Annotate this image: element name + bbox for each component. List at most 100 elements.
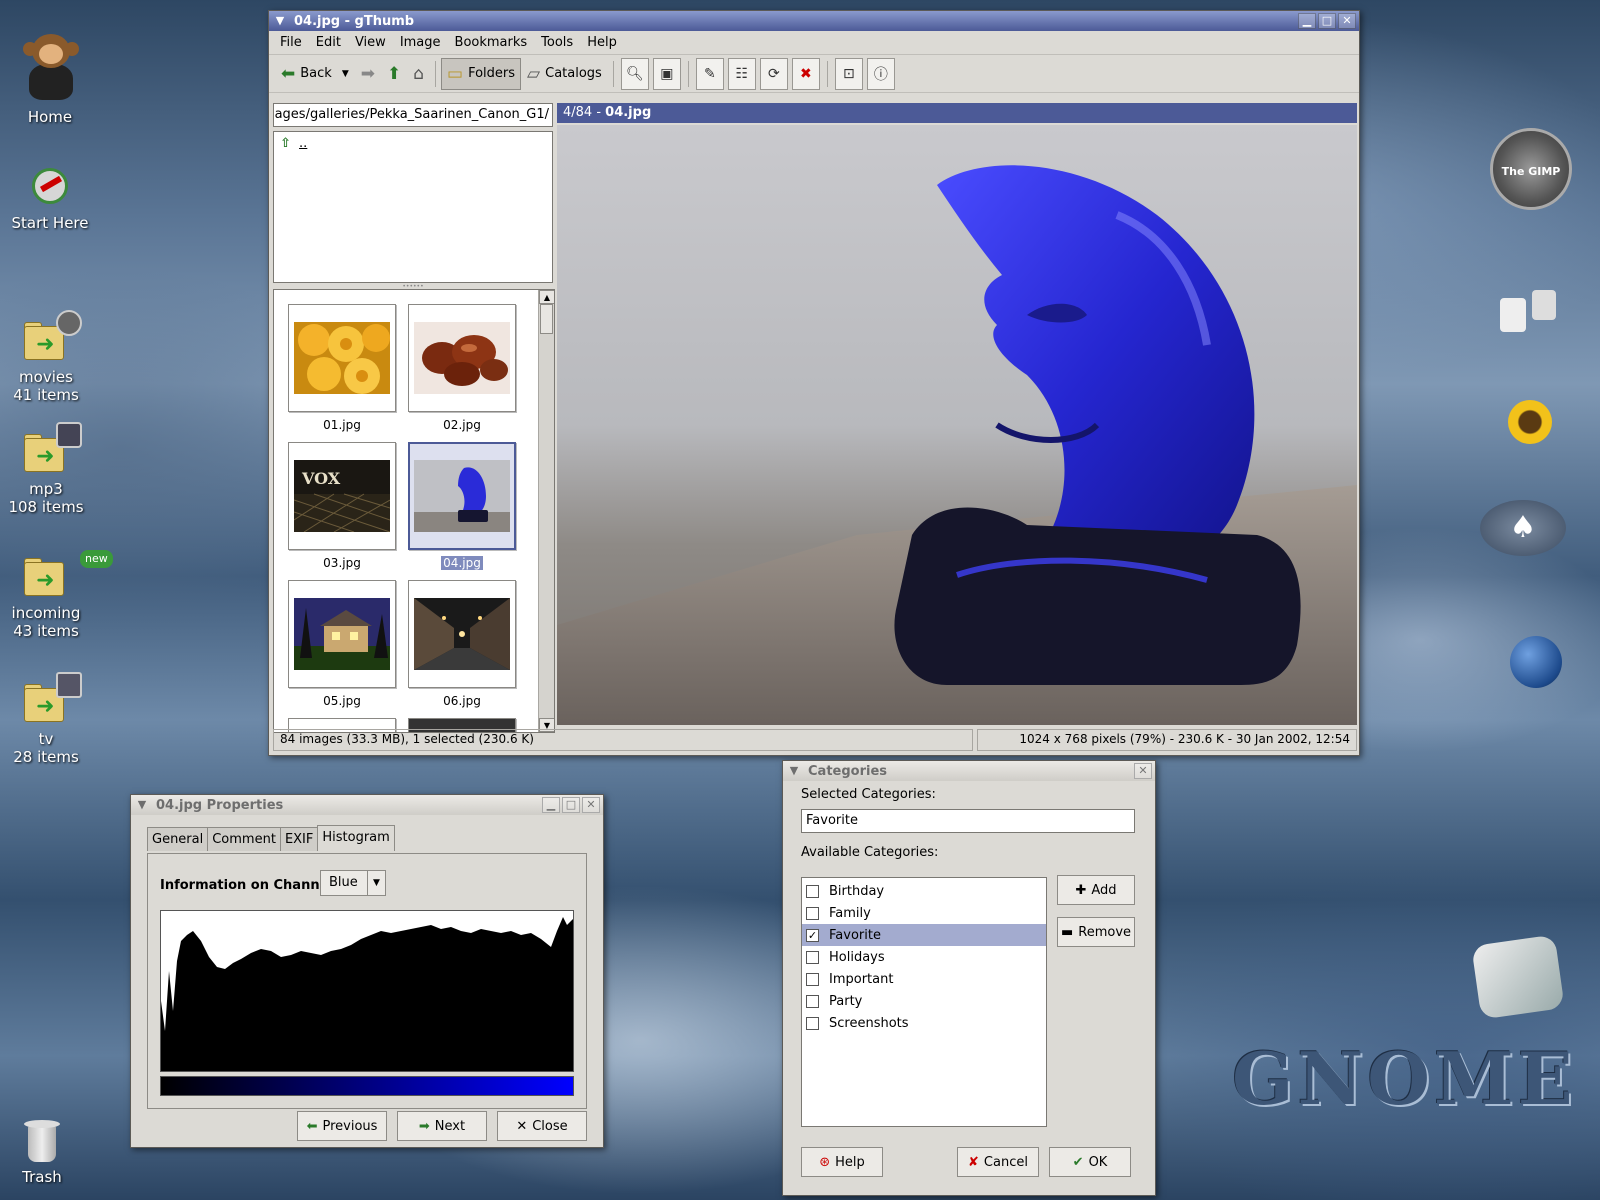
help-button[interactable]: ⊛ Help [801,1147,883,1177]
thumbnail-caption: 02.jpg [443,418,481,432]
slideshow-button[interactable]: ▣ [652,57,681,90]
scroll-up-icon[interactable]: ▲ [539,290,554,304]
close-icon[interactable]: ✕ [582,797,600,813]
category-checkbox[interactable] [806,950,819,964]
scrollbar-thumb[interactable] [540,304,553,334]
previous-button[interactable]: ⬅ Previous [297,1111,387,1141]
pencil-icon: ✎ [703,65,716,82]
moon-figure-image [557,165,1357,725]
minimize-icon[interactable]: ▁ [1298,13,1316,29]
tab-comment[interactable]: Comment [207,827,281,851]
up-button[interactable]: ⬆ [381,58,407,90]
folder-list[interactable]: ⇧ .. [273,131,553,283]
thumbnail-view[interactable]: 01.jpg 02.jpg VOX 03.jpg 04.jpg 05.jpg 0… [273,289,555,733]
gnome-foot-icon[interactable]: ♠ [1480,500,1566,556]
categories-titlebar[interactable]: ▼ Categories ✕ [783,761,1155,781]
available-categories-list[interactable]: Birthday Family ✓ Favorite Holidays Impor… [801,877,1047,1127]
category-row-party[interactable]: Party [802,990,1046,1012]
menu-tools[interactable]: Tools [534,35,580,50]
back-button[interactable]: ⬅ Back ▼ [275,58,355,90]
thumbnail-scrollbar[interactable]: ▲ ▼ [538,290,554,732]
category-checkbox[interactable] [806,884,819,898]
forward-button[interactable]: ➡ [355,58,381,90]
desktop-icon-tv[interactable]: ➜ tv 28 items [0,672,94,766]
category-checkbox[interactable] [806,994,819,1008]
desktop-icon-movies[interactable]: ➜ movies 41 items [0,310,94,404]
menu-help[interactable]: Help [580,35,624,50]
desktop-icon-label: incoming [11,604,81,622]
minimize-icon[interactable]: ▁ [542,797,560,813]
gthumb-titlebar[interactable]: ▼ 04.jpg - gThumb ▁ □ ✕ [269,11,1359,31]
window-menu-icon[interactable]: ▼ [786,763,802,779]
delete-button[interactable]: ✖ [791,57,820,90]
selected-categories-field[interactable]: Favorite [801,809,1135,833]
maximize-icon[interactable]: □ [1318,13,1336,29]
gimp-launcher-icon[interactable]: The GIMP [1490,128,1572,210]
category-row-important[interactable]: Important [802,968,1046,990]
category-checkbox[interactable] [806,1016,819,1030]
category-checkbox[interactable] [806,972,819,986]
close-button[interactable]: ✕ Close [497,1111,587,1141]
mugs-icon[interactable] [1500,290,1560,340]
trash-icon [24,1120,60,1164]
chevron-down-icon[interactable]: ▼ [342,69,349,79]
close-icon[interactable]: ✕ [1338,13,1356,29]
category-row-birthday[interactable]: Birthday [802,880,1046,902]
tab-histogram[interactable]: Histogram [317,825,395,851]
category-row-holidays[interactable]: Holidays [802,946,1046,968]
desktop-icon-incoming[interactable]: ➜ new incoming 43 items [0,550,113,640]
catalogs-button[interactable]: ▱ Catalogs [521,58,608,90]
thumbnail-04[interactable]: 04.jpg [408,442,516,571]
thumbnail-03[interactable]: VOX 03.jpg [288,442,396,571]
movies-folder-icon: ➜ [22,310,82,364]
location-field[interactable]: /home/jack/images/galleries/Pekka_Saarin… [273,103,553,127]
menu-file[interactable]: File [273,35,309,50]
close-icon[interactable]: ✕ [1134,763,1152,779]
add-category-button[interactable]: ✚ Add [1057,875,1135,905]
edit-categories-button[interactable]: ☷ [727,57,756,90]
finder-icon[interactable] [1471,934,1565,1020]
next-button[interactable]: ➡ Next [397,1111,487,1141]
remove-category-button[interactable]: ▬ Remove [1057,917,1135,947]
compass-icon [28,164,72,210]
category-row-favorite[interactable]: ✓ Favorite [802,924,1046,946]
thumbnail-02[interactable]: 02.jpg [408,304,516,433]
desktop-icon-label: Start Here [11,214,89,232]
menu-view[interactable]: View [348,35,393,50]
plus-icon: ✚ [1075,882,1087,898]
home-button[interactable]: ⌂ [407,58,430,90]
fullscreen-button[interactable]: ⊡ [834,57,863,90]
category-row-screenshots[interactable]: Screenshots [802,1012,1046,1034]
window-menu-icon[interactable]: ▼ [272,13,288,29]
tab-exif[interactable]: EXIF [279,827,319,851]
view-image-button[interactable]: 🔍︎ [620,57,649,90]
cancel-button[interactable]: ✘ Cancel [957,1147,1039,1177]
edit-comment-button[interactable]: ✎ [695,57,724,90]
window-menu-icon[interactable]: ▼ [134,797,150,813]
menu-bookmarks[interactable]: Bookmarks [448,35,535,50]
channel-select[interactable]: Blue ▼ [320,870,386,896]
tab-general[interactable]: General [147,827,209,851]
category-row-family[interactable]: Family [802,902,1046,924]
desktop-icon-start-here[interactable]: Start Here [2,164,98,232]
image-viewer[interactable]: 4/84 - 04.jpg [557,103,1357,725]
ok-button[interactable]: ✔ OK [1049,1147,1131,1177]
folders-button[interactable]: ▭ Folders [441,57,522,90]
menu-image[interactable]: Image [393,35,448,50]
properties-titlebar[interactable]: ▼ 04.jpg Properties ▁ □ ✕ [131,795,603,815]
category-checkbox-checked[interactable]: ✓ [806,928,819,942]
desktop-icon-home[interactable]: Home [2,34,98,126]
thumbnail-06[interactable]: 06.jpg [408,580,516,709]
parent-folder-item[interactable]: .. [299,136,307,151]
desktop-icon-trash[interactable]: Trash [0,1120,90,1186]
sunflower-icon[interactable] [1508,400,1552,444]
desktop-icon-mp3[interactable]: ➜ mp3 108 items [0,422,94,516]
properties-button[interactable]: ⓘ [866,57,895,90]
thumbnail-05[interactable]: 05.jpg [288,580,396,709]
thumbnail-01[interactable]: 01.jpg [288,304,396,433]
maximize-icon[interactable]: □ [562,797,580,813]
menu-edit[interactable]: Edit [309,35,348,50]
globe-icon[interactable] [1510,636,1562,688]
category-checkbox[interactable] [806,906,819,920]
rotate-button[interactable]: ⟳ [759,57,788,90]
